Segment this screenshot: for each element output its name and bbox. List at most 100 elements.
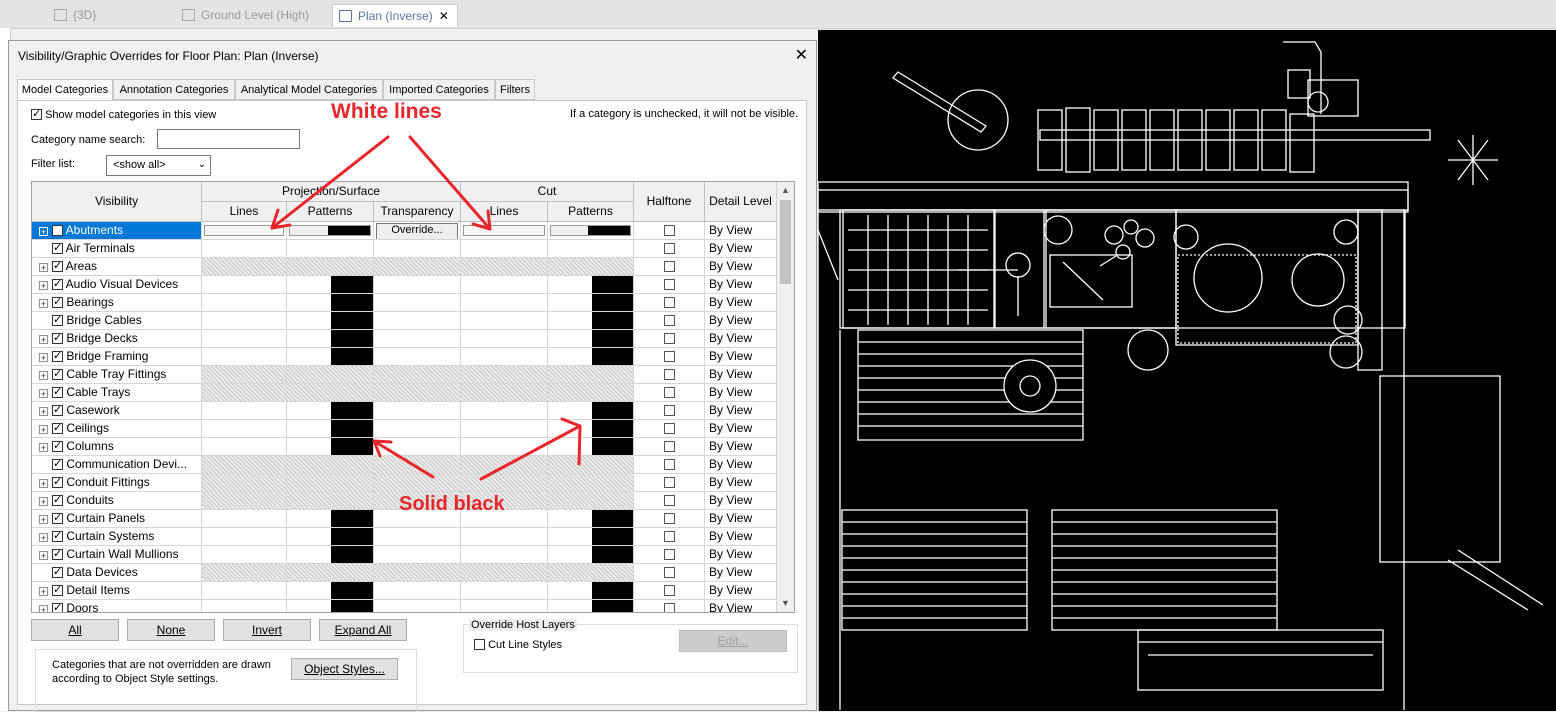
invert-button[interactable]: Invert	[223, 619, 311, 641]
detail-level-cell[interactable]: By View	[705, 276, 777, 294]
cut-lines-cell[interactable]	[461, 312, 548, 330]
cut-lines-cell[interactable]	[461, 546, 548, 564]
view-tab-plan-inverse[interactable]: Plan (Inverse) ✕	[332, 4, 458, 27]
table-row[interactable]: Data Devices By View	[32, 564, 777, 582]
visibility-checkbox[interactable]	[52, 403, 63, 417]
close-tab-icon[interactable]: ✕	[439, 9, 449, 23]
tab-annotation-categories[interactable]: Annotation Categories	[113, 79, 235, 100]
table-row[interactable]: + Bridge Framing By View	[32, 348, 777, 366]
cut-lines-cell[interactable]	[461, 474, 548, 492]
expand-icon[interactable]: +	[39, 227, 48, 237]
header-transparency[interactable]: Transparency	[374, 202, 461, 222]
halftone-cell[interactable]	[634, 456, 705, 474]
transparency-cell[interactable]	[374, 276, 461, 294]
filter-list-select[interactable]: <show all> ⌄	[106, 155, 211, 176]
table-row[interactable]: Air Terminals By View	[32, 240, 777, 258]
expand-icon[interactable]: +	[39, 443, 48, 453]
transparency-cell[interactable]	[374, 528, 461, 546]
halftone-checkbox[interactable]	[663, 279, 675, 290]
visibility-checkbox[interactable]	[52, 529, 63, 543]
halftone-cell[interactable]	[634, 492, 705, 510]
visibility-checkbox[interactable]	[52, 367, 63, 381]
header-cut-lines[interactable]: Lines	[461, 202, 548, 222]
expand-icon[interactable]: +	[39, 389, 48, 399]
projection-lines-cell[interactable]	[202, 438, 287, 456]
all-button[interactable]: All	[31, 619, 119, 641]
projection-lines-cell[interactable]	[202, 258, 287, 276]
expand-icon[interactable]: +	[39, 335, 48, 345]
tab-model-categories[interactable]: Model Categories	[17, 79, 113, 101]
checkbox[interactable]	[474, 639, 485, 650]
detail-level-cell[interactable]: By View	[705, 528, 777, 546]
cut-lines-override-swatch[interactable]	[463, 225, 545, 236]
header-patterns[interactable]: Patterns	[287, 202, 374, 222]
detail-level-cell[interactable]: By View	[705, 366, 777, 384]
cut-lines-cell[interactable]	[461, 240, 548, 258]
cut-lines-cell[interactable]	[461, 384, 548, 402]
cut-lines-cell[interactable]	[461, 330, 548, 348]
projection-patterns-cell[interactable]	[287, 528, 374, 546]
halftone-checkbox[interactable]	[663, 225, 675, 236]
visibility-checkbox[interactable]	[52, 475, 63, 489]
detail-level-cell[interactable]: By View	[705, 456, 777, 474]
halftone-checkbox[interactable]	[663, 243, 675, 254]
patterns-override-swatch[interactable]	[289, 225, 371, 236]
category-grid[interactable]: Visibility Projection/Surface Cut Lines …	[31, 181, 795, 613]
visibility-checkbox[interactable]	[52, 385, 63, 399]
halftone-cell[interactable]	[634, 348, 705, 366]
table-row[interactable]: + Bearings By View	[32, 294, 777, 312]
halftone-cell[interactable]	[634, 420, 705, 438]
projection-patterns-cell[interactable]	[287, 294, 374, 312]
halftone-checkbox[interactable]	[663, 459, 675, 470]
cut-lines-cell[interactable]	[461, 564, 548, 582]
cut-lines-cell[interactable]	[461, 582, 548, 600]
transparency-cell[interactable]	[374, 330, 461, 348]
cut-patterns-cell[interactable]	[548, 420, 634, 438]
halftone-checkbox[interactable]	[663, 351, 675, 362]
table-row[interactable]: + Audio Visual Devices By View	[32, 276, 777, 294]
expand-icon[interactable]: +	[39, 533, 48, 543]
projection-lines-cell[interactable]	[202, 402, 287, 420]
halftone-cell[interactable]	[634, 312, 705, 330]
expand-icon[interactable]: +	[39, 515, 48, 525]
visibility-checkbox[interactable]	[52, 565, 63, 579]
expand-icon[interactable]: +	[39, 263, 48, 273]
category-name-cell[interactable]: + Ceilings	[32, 420, 202, 438]
halftone-checkbox[interactable]	[663, 261, 675, 272]
header-detail-level[interactable]: Detail Level	[705, 182, 777, 222]
projection-lines-cell[interactable]	[202, 348, 287, 366]
detail-level-cell[interactable]: By View	[705, 600, 777, 612]
cut-lines-cell[interactable]	[461, 456, 548, 474]
projection-patterns-cell[interactable]	[287, 384, 374, 402]
override-button[interactable]: Override...	[376, 223, 458, 239]
category-name-cell[interactable]: Bridge Cables	[32, 312, 202, 330]
cut-lines-cell[interactable]	[461, 402, 548, 420]
halftone-cell[interactable]	[634, 330, 705, 348]
cut-patterns-cell[interactable]	[548, 294, 634, 312]
cut-patterns-cell[interactable]	[548, 492, 634, 510]
visibility-checkbox[interactable]	[52, 547, 63, 561]
detail-level-cell[interactable]: By View	[705, 492, 777, 510]
cut-lines-cell[interactable]	[461, 348, 548, 366]
category-name-cell[interactable]: + Bridge Decks	[32, 330, 202, 348]
category-name-cell[interactable]: + Abutments	[32, 222, 202, 240]
detail-level-cell[interactable]: By View	[705, 312, 777, 330]
transparency-cell[interactable]	[374, 420, 461, 438]
cut-patterns-cell[interactable]	[548, 312, 634, 330]
visibility-checkbox[interactable]	[52, 439, 63, 453]
halftone-checkbox[interactable]	[663, 495, 675, 506]
cut-patterns-cell[interactable]	[548, 600, 634, 612]
detail-level-cell[interactable]: By View	[705, 258, 777, 276]
projection-patterns-cell[interactable]	[287, 492, 374, 510]
projection-patterns-cell[interactable]	[287, 240, 374, 258]
transparency-cell[interactable]	[374, 546, 461, 564]
halftone-checkbox[interactable]	[663, 369, 675, 380]
cut-lines-cell[interactable]	[461, 420, 548, 438]
table-row[interactable]: + Areas By View	[32, 258, 777, 276]
halftone-cell[interactable]	[634, 402, 705, 420]
projection-patterns-cell[interactable]	[287, 546, 374, 564]
category-name-cell[interactable]: + Audio Visual Devices	[32, 276, 202, 294]
halftone-checkbox[interactable]	[663, 333, 675, 344]
expand-icon[interactable]: +	[39, 371, 48, 381]
show-categories-checkbox[interactable]: Show model categories in this view	[31, 107, 216, 121]
